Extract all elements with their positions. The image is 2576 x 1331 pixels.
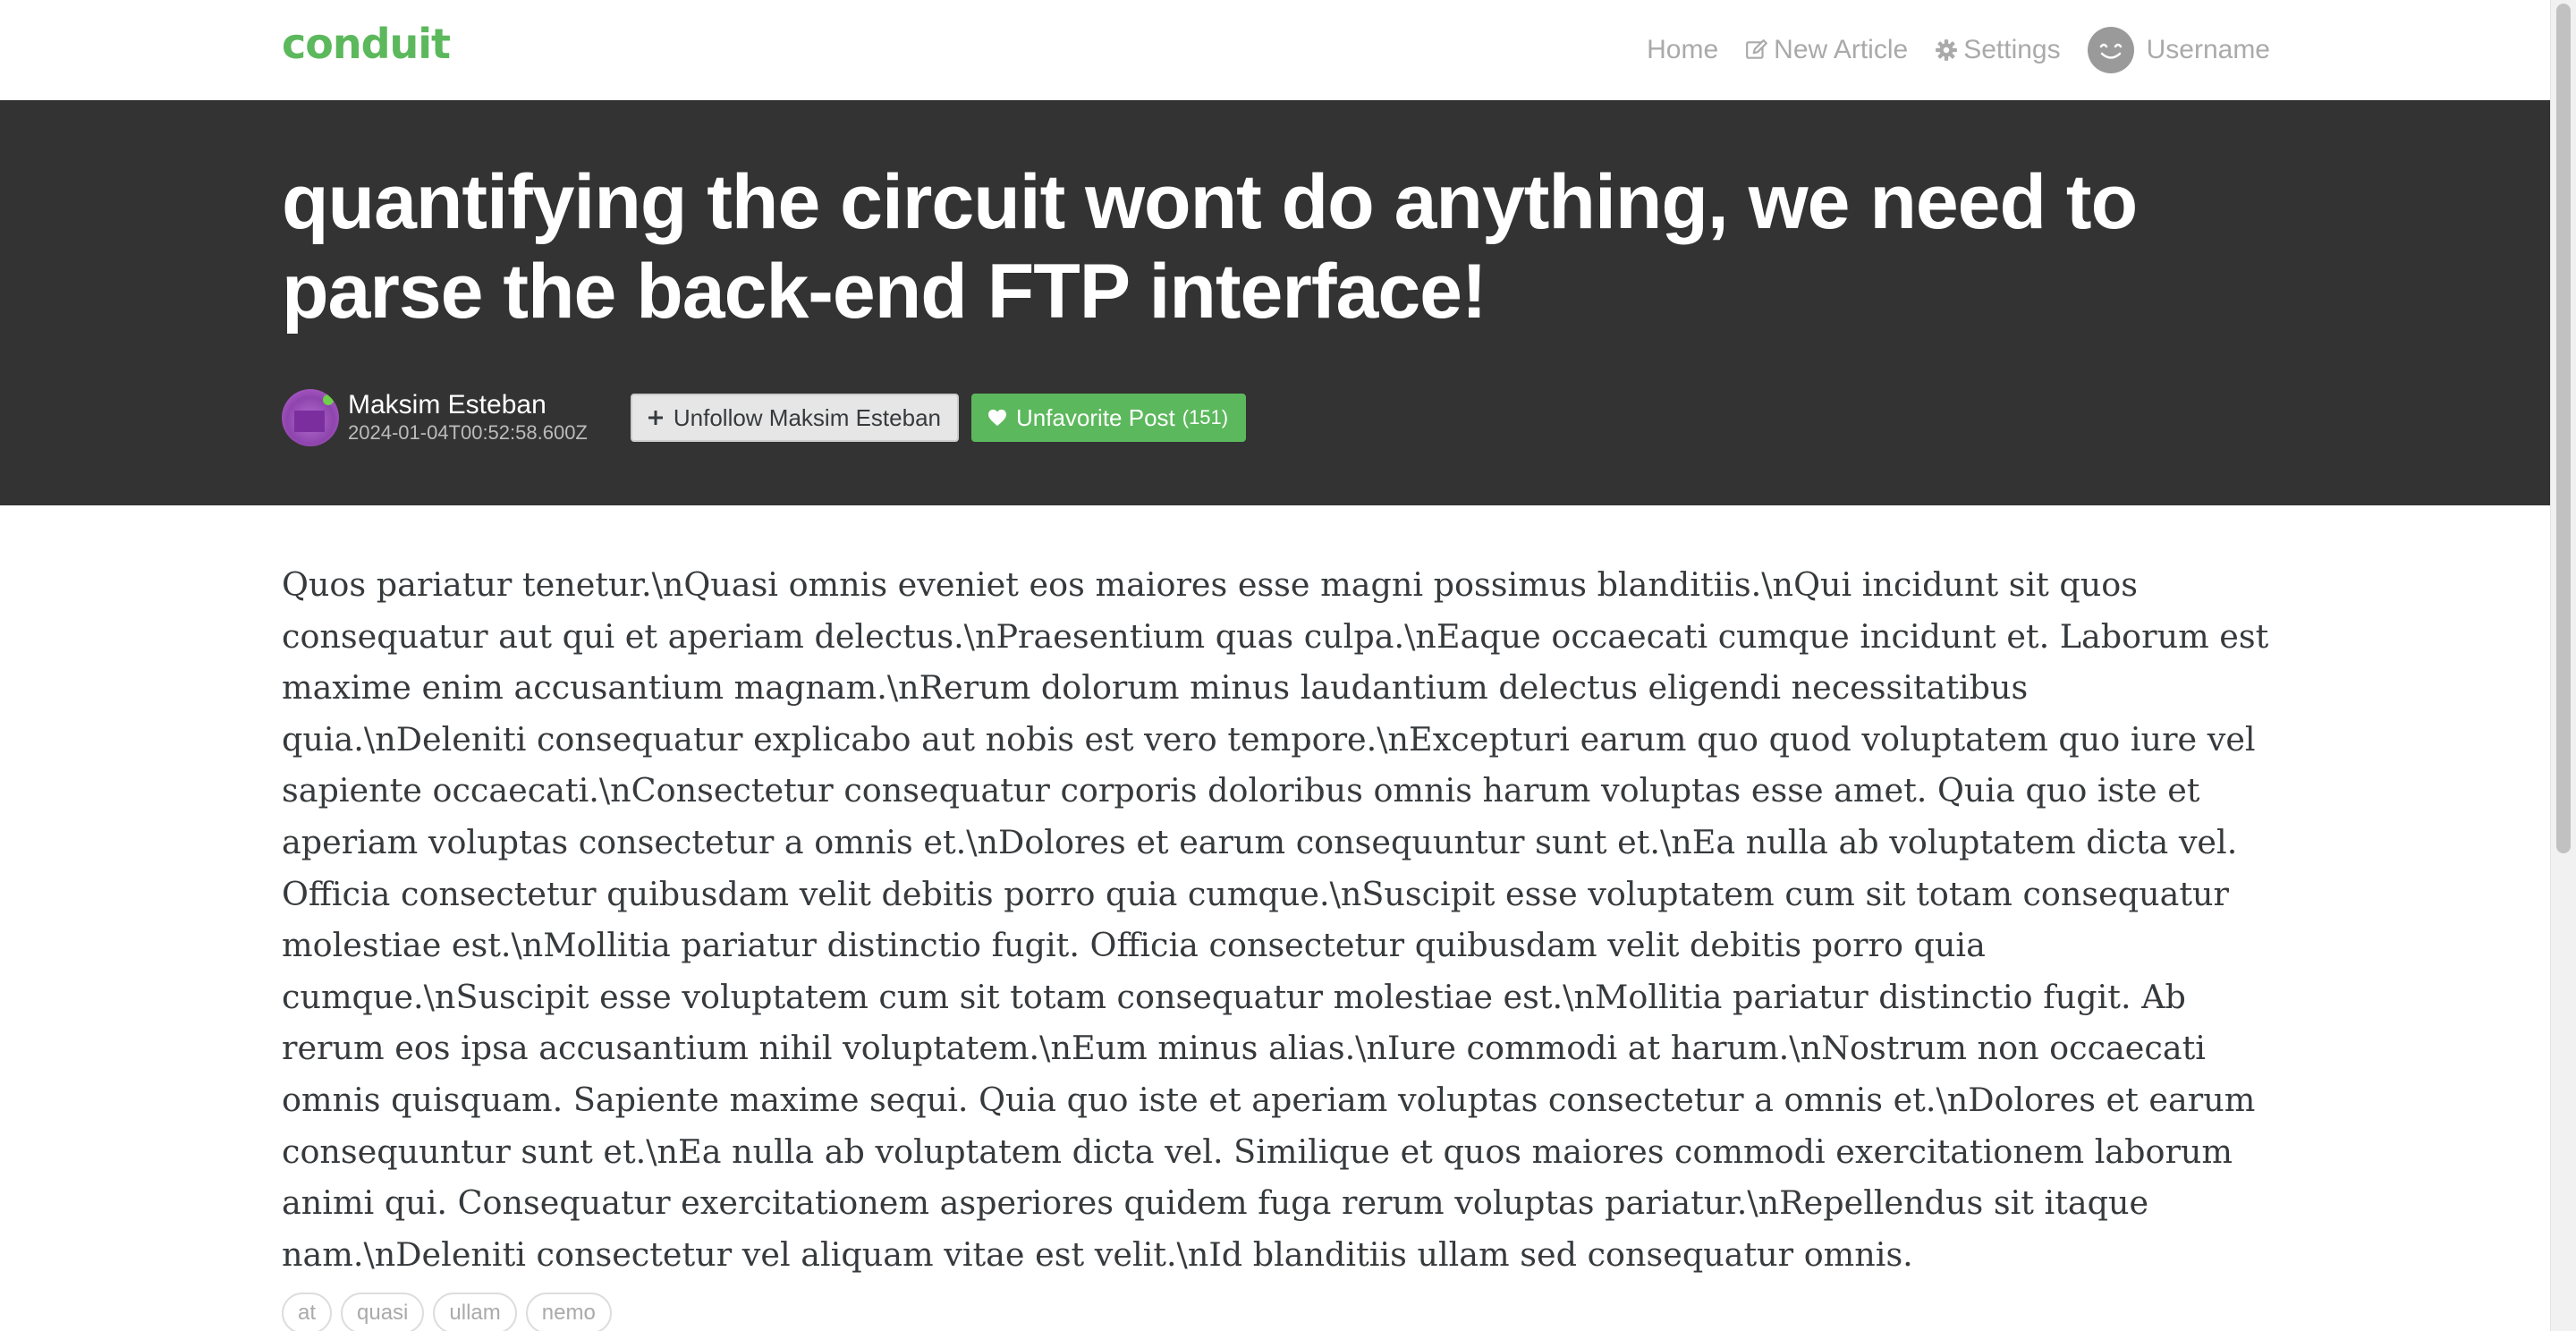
article-title: quantifying the circuit wont do anything…: [282, 159, 2138, 335]
unfollow-button-label: Unfollow Maksim Esteban: [673, 403, 941, 431]
article-body: Quos pariatur tenetur.\nQuasi omnis even…: [282, 565, 2269, 1274]
tag-pill[interactable]: at: [282, 1293, 333, 1331]
nav-profile[interactable]: Username: [2087, 27, 2270, 73]
article-page: conduit Home New Article Settings Userna…: [0, 0, 2576, 1331]
article-date: 2024-01-04T00:52:58.600Z: [348, 421, 588, 444]
vertical-scrollbar[interactable]: [2550, 0, 2576, 1331]
favorite-count: (151): [1182, 406, 1229, 428]
avatar-image-accent: [323, 394, 334, 405]
nav-links: Home New Article Settings Username: [1647, 0, 2270, 100]
plus-icon: [647, 409, 665, 427]
author-name[interactable]: Maksim Esteban: [348, 390, 588, 420]
gear-icon: [1935, 38, 1958, 62]
nav-settings-label: Settings: [1963, 35, 2061, 64]
tag-pill[interactable]: ullam: [433, 1293, 517, 1331]
navbar: conduit Home New Article Settings Userna…: [0, 0, 2551, 100]
article-banner: quantifying the circuit wont do anything…: [0, 100, 2551, 505]
unfavorite-button-label: Unfavorite Post: [1016, 403, 1175, 431]
author-avatar[interactable]: [282, 389, 339, 446]
nav-username-label: Username: [2146, 35, 2270, 64]
tag-list: at quasi ullam nemo: [282, 1293, 612, 1331]
user-avatar: [2087, 27, 2134, 73]
edit-icon: [1745, 38, 1768, 62]
author-info: Maksim Esteban 2024-01-04T00:52:58.600Z: [348, 390, 588, 445]
nav-home-label: Home: [1647, 35, 1719, 64]
tag-pill[interactable]: nemo: [525, 1293, 612, 1331]
article-meta: Maksim Esteban 2024-01-04T00:52:58.600Z …: [282, 388, 1247, 447]
nav-new-article[interactable]: New Article: [1745, 35, 1908, 65]
nav-settings[interactable]: Settings: [1935, 35, 2061, 65]
brand-logo[interactable]: conduit: [282, 20, 451, 68]
avatar-image-detail: [294, 411, 325, 432]
nav-home[interactable]: Home: [1647, 35, 1718, 65]
unfollow-button[interactable]: Unfollow Maksim Esteban: [630, 394, 959, 442]
unfavorite-button[interactable]: Unfavorite Post (151): [971, 394, 1247, 442]
nav-new-article-label: New Article: [1774, 35, 1909, 64]
heart-icon: [987, 409, 1007, 427]
scrollbar-thumb[interactable]: [2556, 4, 2571, 853]
tag-pill[interactable]: quasi: [341, 1293, 425, 1331]
